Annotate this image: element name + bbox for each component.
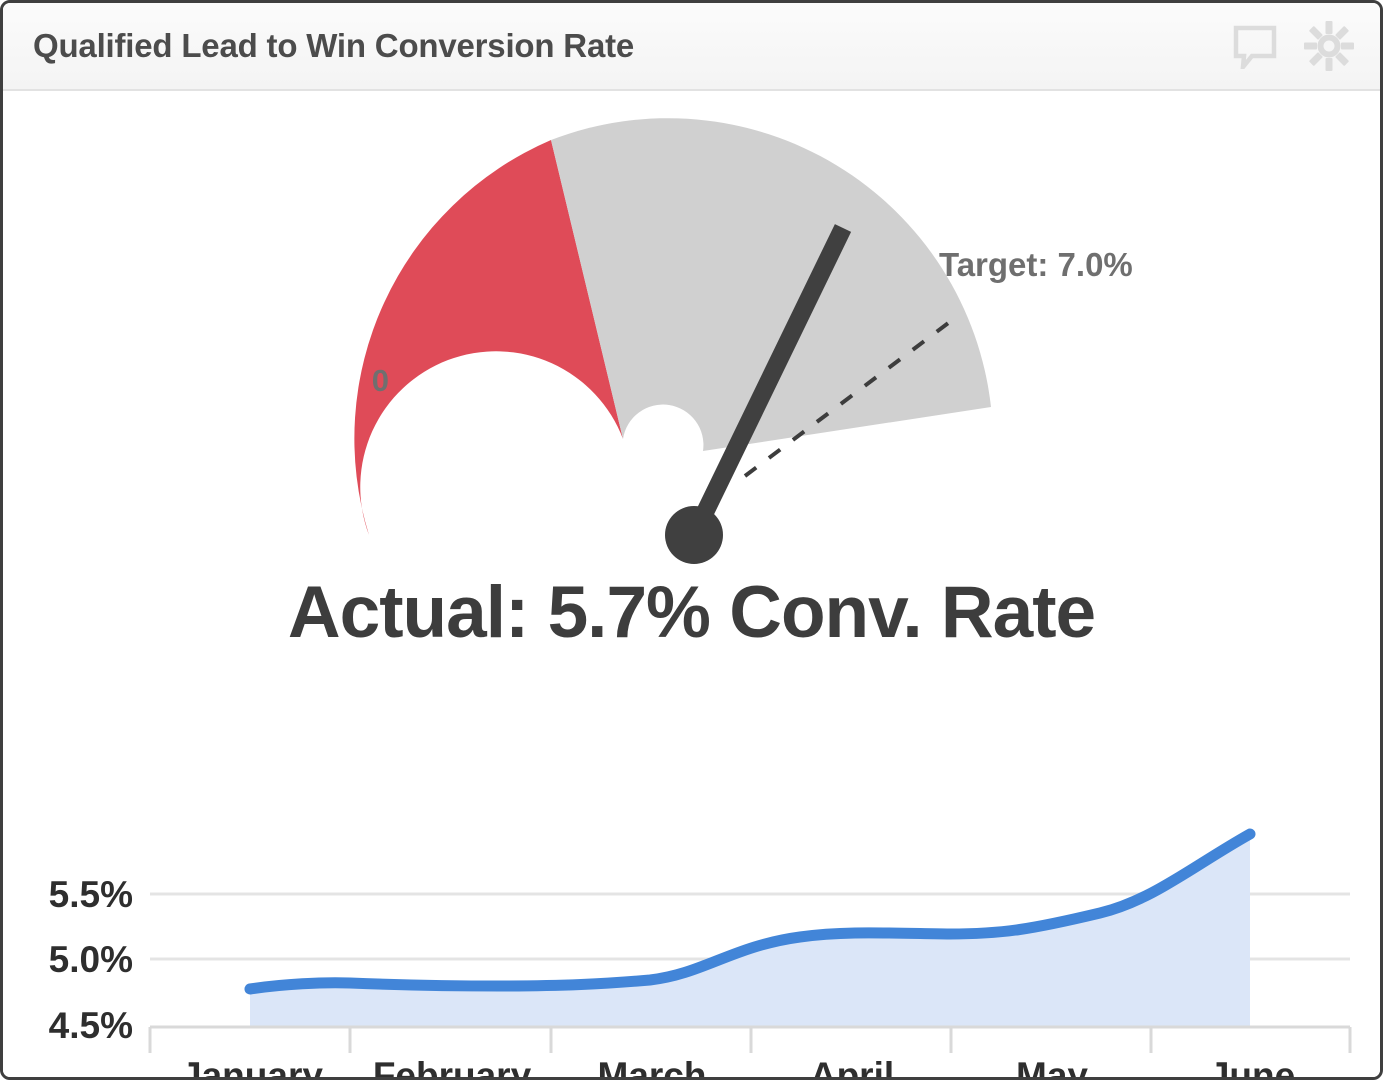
x-tick-label: April	[810, 1055, 894, 1080]
gear-icon[interactable]	[1304, 21, 1354, 71]
gauge-chart: 0 Target: 7.0% Actual: 5.7% Conv. Rate	[3, 91, 1380, 691]
widget-header: Qualified Lead to Win Conversion Rate	[3, 3, 1380, 91]
x-axis	[148, 1025, 1352, 1053]
y-axis-labels: 5.5% 5.0% 4.5%	[49, 874, 133, 1046]
page-title: Qualified Lead to Win Conversion Rate	[33, 27, 635, 64]
gauge-remainder-band	[551, 118, 991, 451]
x-axis-labels: January February March April May June	[181, 1055, 1295, 1080]
x-tick-label: March	[598, 1055, 707, 1080]
trend-area-fill	[250, 834, 1250, 1027]
x-tick-label: January	[181, 1055, 323, 1080]
comment-icon[interactable]	[1232, 23, 1278, 75]
x-tick-label: February	[373, 1055, 532, 1080]
x-tick-label: June	[1209, 1055, 1295, 1080]
y-tick-label: 5.0%	[49, 939, 133, 980]
widget-body: 0 Target: 7.0% Actual: 5.7% Conv. Rate 5…	[3, 91, 1380, 1077]
x-tick-label: May	[1016, 1055, 1088, 1080]
trend-chart-graphic: 5.5% 5.0% 4.5% January February March Ap…	[49, 828, 1352, 1080]
trend-chart: 5.5% 5.0% 4.5% January February March Ap…	[3, 691, 1380, 1080]
gauge-target-label: Target: 7.0%	[939, 246, 1133, 283]
header-actions	[1232, 21, 1354, 75]
y-tick-label: 4.5%	[49, 1005, 133, 1046]
y-tick-label: 5.5%	[49, 874, 133, 915]
gauge-min-label: 0	[371, 363, 389, 398]
gauge-actual-label: Actual: 5.7% Conv. Rate	[287, 572, 1096, 653]
kpi-widget: Qualified Lead to Win Conversion Rate 0 …	[0, 0, 1383, 1080]
